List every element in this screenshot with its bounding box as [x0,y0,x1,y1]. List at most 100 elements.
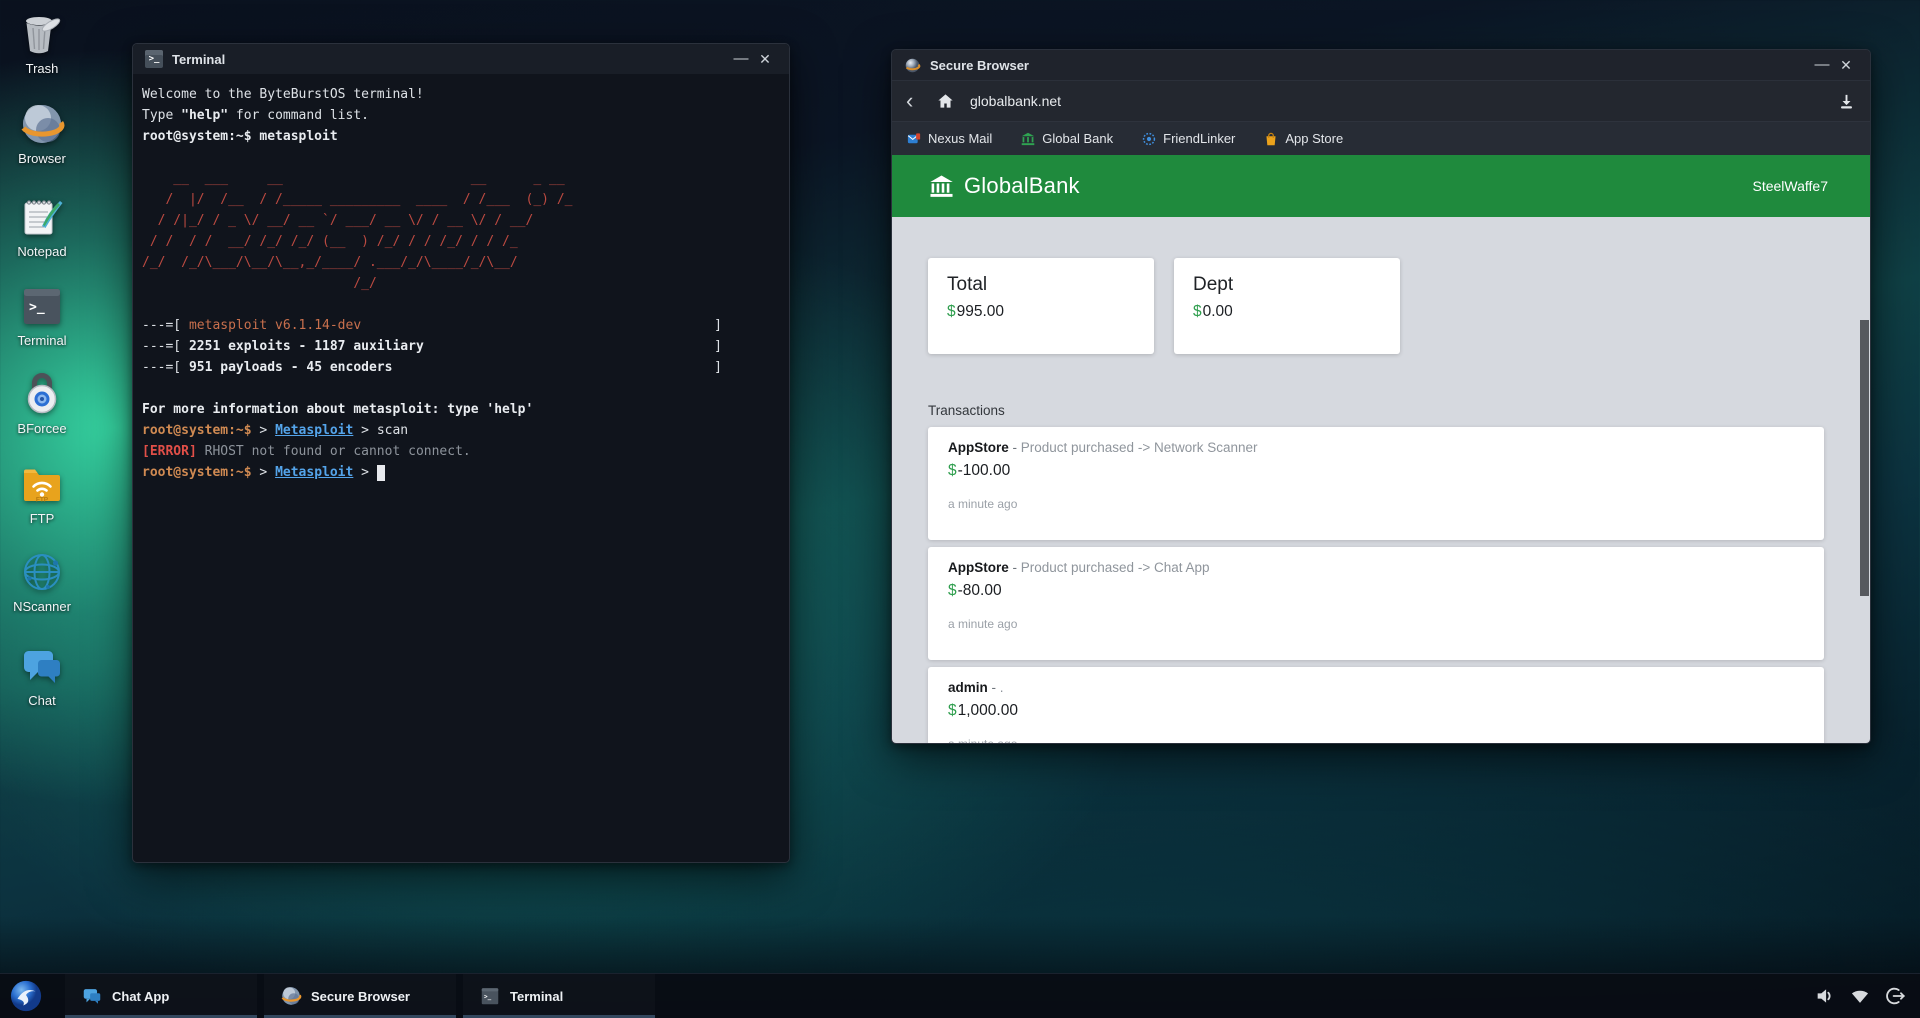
bank-page: GlobalBank SteelWaffe7 Total $995.00 Dept $… [892,155,1870,743]
desktop-icon-label: Chat [28,693,55,708]
chat-bubble-icon [81,985,103,1007]
taskbar: Chat App Secure Browser >_ Terminal [0,973,1920,1018]
volume-icon[interactable] [1814,985,1836,1007]
bookmark-label: Nexus Mail [928,131,992,146]
start-orb-icon [9,979,43,1013]
browser-minimize-button[interactable]: — [1810,50,1834,80]
terminal-line: ---=[ 2251 exploits - 1187 auxiliary] [142,336,722,357]
terminal-line: Type "help" for command list. [142,105,779,126]
address-bar[interactable]: globalbank.net [970,93,1061,109]
transaction-card: AppStore - Product purchased -> Network … [928,427,1824,540]
terminal-window-title: Terminal [172,52,225,67]
desktop-icon-browser[interactable]: Browser [8,100,76,166]
terminal-minimize-button[interactable]: — [729,44,753,74]
desktop-icon-label: FTP [30,511,55,526]
wifi-icon[interactable] [1849,985,1871,1007]
taskbar-item-terminal[interactable]: >_ Terminal [463,974,655,1018]
terminal-line: /_/ [142,273,779,294]
currency-sign: $ [1193,303,1202,320]
terminal-window-icon: >_ [145,50,163,68]
currency-sign: $ [947,303,956,320]
bank-icon [1021,132,1035,146]
logout-icon[interactable] [1884,985,1906,1007]
terminal-line: / / / / __/ /_/ /_/ (__ ) /_/ / / /_/ / … [142,231,779,252]
summary-card-title: Dept [1193,274,1381,296]
terminal-output[interactable]: Welcome to the ByteBurstOS terminal!Type… [133,74,789,483]
terminal-titlebar[interactable]: >_ Terminal — ✕ [133,44,789,74]
terminal-window: >_ Terminal — ✕ Welcome to the ByteBurst… [132,43,790,863]
start-button[interactable] [0,974,52,1018]
bank-building-icon [928,173,955,200]
desktop-icon-label: Terminal [17,333,66,348]
taskbar-item-secure-browser[interactable]: Secure Browser [264,974,456,1018]
bookmarks-bar: Nexus Mail Global Bank FriendLinker App Sto… [892,121,1870,155]
taskbar-item-label: Terminal [510,989,563,1004]
desktop-icon-notepad[interactable]: Notepad [8,193,76,259]
back-button[interactable]: ‹ [906,91,928,111]
terminal-line: / /|_/ / _ \/ __/ __ `/ ___/ __ \/ / __ … [142,210,779,231]
currency-sign: $ [948,702,957,719]
transaction-time: a minute ago [948,617,1804,631]
dotted-circle-icon [1142,132,1156,146]
browser-window: Secure Browser — ✕ ‹ globalbank.net Nexu… [891,49,1871,744]
desktop-icon-terminal[interactable]: >_Terminal [8,282,76,348]
bank-header: GlobalBank SteelWaffe7 [892,155,1870,217]
terminal-line: root@system:~$ > Metasploit > scan [142,420,779,441]
terminal-line: For more information about metasploit: t… [142,399,779,420]
bookmark-label: Global Bank [1042,131,1113,146]
bookmark-app-store[interactable]: App Store [1264,131,1343,146]
desktop-icon-label: NScanner [13,599,71,614]
summary-cards: Total$995.00Dept$0.00 [928,258,1824,354]
bookmark-label: App Store [1285,131,1343,146]
page-scrollbar[interactable] [1860,320,1869,596]
transaction-card: admin - .$1,000.00a minute ago [928,667,1824,743]
terminal-line: / |/ /__ / /_____ _________ ____ / /___ … [142,189,779,210]
browser-titlebar[interactable]: Secure Browser — ✕ [892,50,1870,80]
terminal-line [142,294,779,315]
terminal-app-icon: >_ [479,985,501,1007]
transaction-amount: $-80.00 [948,582,1804,600]
bookmark-friendlinker[interactable]: FriendLinker [1142,131,1235,146]
bookmark-nexus-mail[interactable]: Nexus Mail [907,131,992,146]
desktop-icon-chat[interactable]: Chat [8,642,76,708]
taskbar-item-chat-app[interactable]: Chat App [65,974,257,1018]
bank-brand: GlobalBank [964,173,1080,199]
terminal-line: /_/ /_/\___/\__/\__,_/____/ .___/_/\____… [142,252,779,273]
download-icon[interactable] [1837,92,1856,111]
transaction-title: admin - . [948,680,1804,695]
taskbar-item-label: Secure Browser [311,989,410,1004]
network-globe-icon [18,548,66,596]
terminal-line: Welcome to the ByteBurstOS terminal! [142,84,779,105]
browser-close-button[interactable]: ✕ [1834,50,1858,80]
notepad-icon [18,193,66,241]
summary-card-title: Total [947,274,1135,296]
terminal-line: ---=[ metasploit v6.1.14-dev] [142,315,722,336]
summary-card-total: Total $995.00 [928,258,1154,354]
terminal-line: [ERROR] RHOST not found or cannot connec… [142,441,779,462]
terminal-line: root@system:~$ > Metasploit > [142,462,779,483]
browser-navbar: ‹ globalbank.net [892,80,1870,121]
desktop-icon-label: Browser [18,151,66,166]
browser-globe-icon [280,985,302,1007]
desktop-icon-nscanner[interactable]: NScanner [8,548,76,614]
bank-page-body: Total$995.00Dept$0.00 Transactions AppSt… [892,258,1870,743]
svg-text:FTP: FTP [36,497,49,504]
bookmark-global-bank[interactable]: Global Bank [1021,131,1113,146]
summary-card-amount: $995.00 [947,303,1135,321]
terminal-cursor [377,465,385,481]
desktop-icon-trash[interactable]: Trash [8,10,76,76]
bookmark-label: FriendLinker [1163,131,1235,146]
taskbar-item-label: Chat App [112,989,169,1004]
browser-globe-icon [18,100,66,148]
terminal-close-button[interactable]: ✕ [753,44,777,74]
transaction-card: AppStore - Product purchased -> Chat App… [928,547,1824,660]
home-icon[interactable] [936,92,955,111]
desktop-icon-label: BForcee [17,421,66,436]
transaction-amount: $1,000.00 [948,702,1804,720]
transaction-description: Product purchased -> Network Scanner [1021,440,1258,455]
desktop-icon-bforcee[interactable]: BForcee [8,370,76,436]
terminal-line: __ ___ __ __ _ __ [142,168,779,189]
currency-sign: $ [948,462,957,479]
desktop-icon-ftp[interactable]: FTP FTP [8,460,76,526]
browser-window-icon [904,57,921,74]
